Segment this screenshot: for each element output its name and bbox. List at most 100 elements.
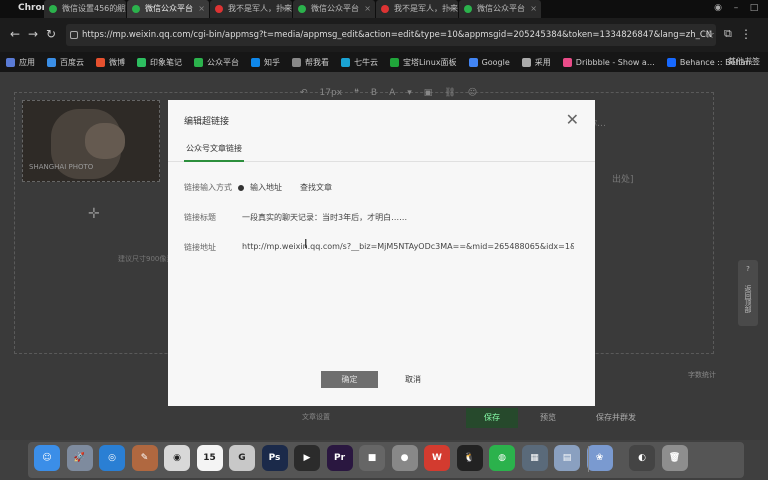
chrome-icon[interactable]: ◉ [164,445,190,471]
tab-label: 微信公众平台 [477,4,525,13]
bookmark-label: 公众平台 [207,57,239,67]
more-menu-icon[interactable]: ⋮ [740,27,752,41]
dialog-title: 编辑超链接 [184,117,230,127]
dock-separator [588,446,589,472]
reload-icon[interactable]: ↻ [44,27,58,41]
favicon-icon [49,5,57,13]
photos-icon[interactable]: ▤ [554,445,580,471]
safari-icon[interactable]: ◎ [99,445,125,471]
radio-enter-address[interactable]: 输入地址 [238,182,282,193]
browser-tab[interactable]: 微信公众平台 × [293,0,375,18]
publish-button[interactable]: 保存并群发 [596,412,636,423]
article-settings-link[interactable]: 文章设置 [302,412,330,422]
back-icon[interactable]: ← [8,27,22,41]
folder-icon [521,57,531,67]
bg-color-icon[interactable]: ▾ [407,88,412,98]
preview-icon[interactable]: ✎ [131,445,158,471]
browser-tab[interactable]: 我不是军人，扑来…× [210,0,292,18]
bookmark-item[interactable]: 采用 [521,57,551,68]
extension-icon[interactable]: ⧉ [724,27,732,41]
cover-tip: 建议尺寸900像素 [118,255,174,263]
bookmark-item[interactable]: 七牛云 [341,57,378,68]
radio-find-article[interactable]: 查找文章 [300,182,332,193]
link-url-field[interactable]: http://mp.weixin.qq.com/s?__biz=MjM5NTAy… [242,242,574,251]
maximize-icon[interactable]: □ [748,2,760,14]
radio-label: 查找文章 [300,183,332,192]
close-icon[interactable]: × [530,0,537,18]
close-icon[interactable]: × [447,0,454,18]
wps-icon[interactable]: W [424,445,450,471]
bookmark-label: Google [481,57,510,67]
link-icon[interactable]: ⛓ [444,88,455,98]
url-field[interactable]: https://mp.weixin.qq.com/cgi-bin/appmsg?… [66,24,716,46]
editor-toolbar: ↶ 17px ❝ B A ▾ ▣ ⛓ ☺ [300,88,477,98]
minimize-icon[interactable]: – [730,2,742,14]
bookmark-item[interactable]: 微博 [96,57,125,68]
bookmark-item[interactable]: 应用 [6,57,35,68]
wechat-icon[interactable]: ◍ [489,445,515,471]
color-icon[interactable]: A [389,88,395,98]
dock: ☺ 🚀 ◎ ✎ ◉ 15 G Ps ▶ Pr ■ ● W 🐧 ◍ ▦ ▤ ❀ ◐ 🗑 [0,440,768,480]
bookmark-item[interactable]: 百度云 [47,57,84,68]
quote-icon[interactable]: ❝ [354,88,359,98]
close-icon[interactable]: × [198,0,205,18]
photoshop-icon[interactable]: Ps [261,445,288,471]
forward-icon[interactable]: → [26,27,40,41]
link-title-field[interactable]: 一段真实的聊天记录：当时3年后，才明白…… [242,212,407,223]
bookmark-item[interactable]: 公众平台 [194,57,239,68]
behance-icon [666,57,676,67]
baiduyun-icon [47,57,56,67]
bookmark-item[interactable]: 宝塔Linux面板 [390,57,457,68]
image-icon[interactable]: ▣ [424,88,433,98]
cover-image[interactable]: SHANGHAI PHOTO [22,100,160,182]
browser-tab-active[interactable]: 微信公众平台 × [127,0,209,18]
undo-icon[interactable]: ↶ [300,88,308,98]
back-to-top-button[interactable]: ? 返回顶部 [738,260,758,326]
move-cursor-icon: ✛ [88,206,100,222]
qq-icon[interactable]: 🐧 [456,445,483,471]
cancel-button[interactable]: 取消 [405,374,421,385]
browser-tab[interactable]: 我不是军人，扑来…× [376,0,458,18]
bookmark-item[interactable]: 帮我看 [292,57,329,68]
bookmark-label: 知乎 [264,57,280,67]
preview-button[interactable]: 预览 [540,412,556,423]
trash-icon[interactable]: 🗑 [661,445,688,471]
app-16-icon[interactable]: ▦ [521,445,548,471]
app-12-icon[interactable]: ● [391,445,418,471]
save-button[interactable]: 保存 [466,408,518,428]
calendar-icon[interactable]: 15 [196,445,223,471]
address-bar-area: ← → ↻ https://mp.weixin.qq.com/cgi-bin/a… [0,18,768,52]
bookmark-item[interactable]: Google [468,57,510,67]
tab-article-link[interactable]: 公众号文章链接 [184,138,244,162]
bookmark-star-icon[interactable]: ☆ [705,28,715,41]
app-19-icon[interactable]: ◐ [629,445,655,471]
radio-label: 输入地址 [250,183,282,192]
bookmark-label: 百度云 [60,57,84,67]
close-icon[interactable]: ✕ [566,110,579,129]
cover-caption: SHANGHAI PHOTO [29,163,94,171]
app-7-icon[interactable]: G [229,445,255,471]
app-11-icon[interactable]: ■ [359,445,385,471]
close-icon[interactable]: × [281,0,288,18]
close-icon[interactable]: × [115,0,122,18]
cover-photo-shape [85,123,125,159]
confirm-button[interactable]: 确定 [321,371,378,388]
premiere-icon[interactable]: Pr [326,445,353,471]
bold-icon[interactable]: B [371,88,377,98]
bookmark-item[interactable]: 知乎 [251,57,280,68]
emoji-icon[interactable]: ☺ [468,88,477,98]
font-size-select[interactable]: 17px [320,88,343,98]
other-bookmarks[interactable]: 其他书签 [728,56,760,67]
user-icon[interactable]: ◉ [712,2,724,14]
edit-link-dialog: 编辑超链接 ✕ 公众号文章链接 链接输入方式 输入地址 查找文章 链接标题 一段… [168,100,595,406]
close-icon[interactable]: × [364,0,371,18]
bookmark-item[interactable]: 印象笔记 [137,57,182,68]
terminal-icon[interactable]: ▶ [294,445,320,471]
browser-tab[interactable]: 微信公众平台 × [459,0,541,18]
launchpad-icon[interactable]: 🚀 [66,445,93,471]
menu-bar: Chrome 微信设置456的朋友× 微信公众平台× 我不是军人，扑来…× 微信… [0,0,768,18]
app-18-icon[interactable]: ❀ [586,445,613,471]
browser-tab[interactable]: 微信设置456的朋友× [44,0,126,18]
finder-icon[interactable]: ☺ [34,445,60,471]
bookmark-item[interactable]: Dribbble - Show a… [562,57,655,67]
